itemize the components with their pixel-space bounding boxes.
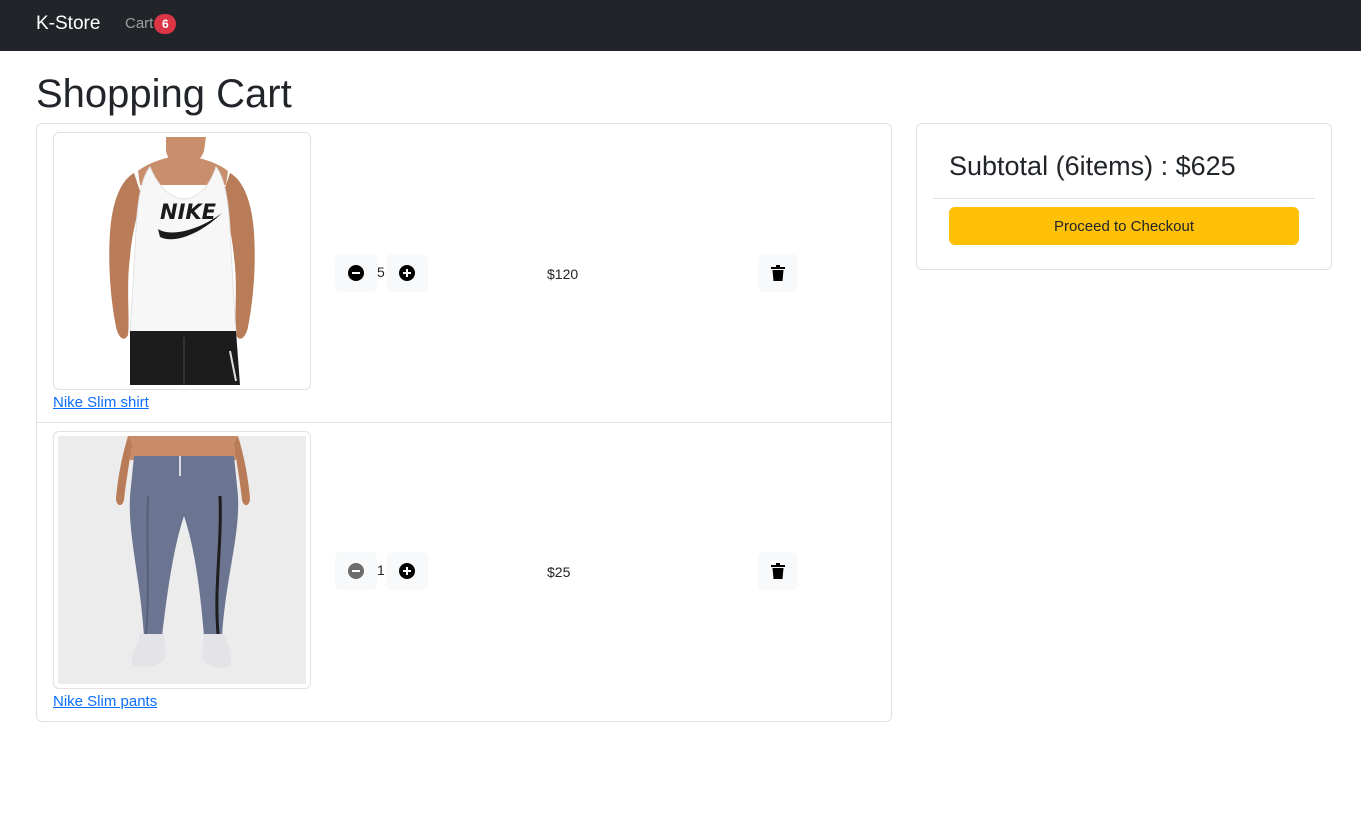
decrease-quantity-button[interactable] [335,552,377,590]
plus-circle-icon [399,265,415,281]
trash-icon [771,563,785,579]
item-price: $25 [547,564,571,580]
cart-item-row: Nike Slim pants 1 $25 [37,423,891,721]
product-link[interactable]: Nike Slim shirt [53,394,149,412]
plus-circle-icon [399,563,415,579]
cart-nav-label: Cart [125,15,154,32]
order-summary-card: Subtotal (6items) : $625 Proceed to Chec… [916,123,1332,270]
product-image-shirt: NIKE [53,132,311,390]
quantity-value: 5 [377,264,385,280]
checkout-button[interactable]: Proceed to Checkout [949,207,1299,245]
decrease-quantity-button[interactable] [335,254,377,292]
cart-item-row: NIKE Nike Slim shirt 5 $120 [37,124,891,423]
summary-divider [933,198,1315,199]
product-image-pants [53,431,311,689]
trash-icon [771,265,785,281]
minus-circle-icon [348,563,364,579]
item-price: $120 [547,266,579,282]
increase-quantity-button[interactable] [386,552,428,590]
brand-link[interactable]: K-Store [36,12,100,36]
quantity-value: 1 [377,562,385,578]
increase-quantity-button[interactable] [386,254,428,292]
subtotal-text: Subtotal (6items) : $625 [949,151,1236,181]
navbar: K-Store Cart 6 [0,0,1361,51]
product-link[interactable]: Nike Slim pants [53,693,157,711]
delete-item-button[interactable] [758,552,798,590]
delete-item-button[interactable] [758,254,798,292]
cart-nav-link[interactable]: Cart 6 [125,14,177,34]
cart-items-list: NIKE Nike Slim shirt 5 $120 Nike Slim pa… [36,123,892,722]
cart-count-badge: 6 [154,14,177,34]
page-title: Shopping Cart [36,72,292,116]
minus-circle-icon [348,265,364,281]
svg-text:NIKE: NIKE [160,200,217,224]
